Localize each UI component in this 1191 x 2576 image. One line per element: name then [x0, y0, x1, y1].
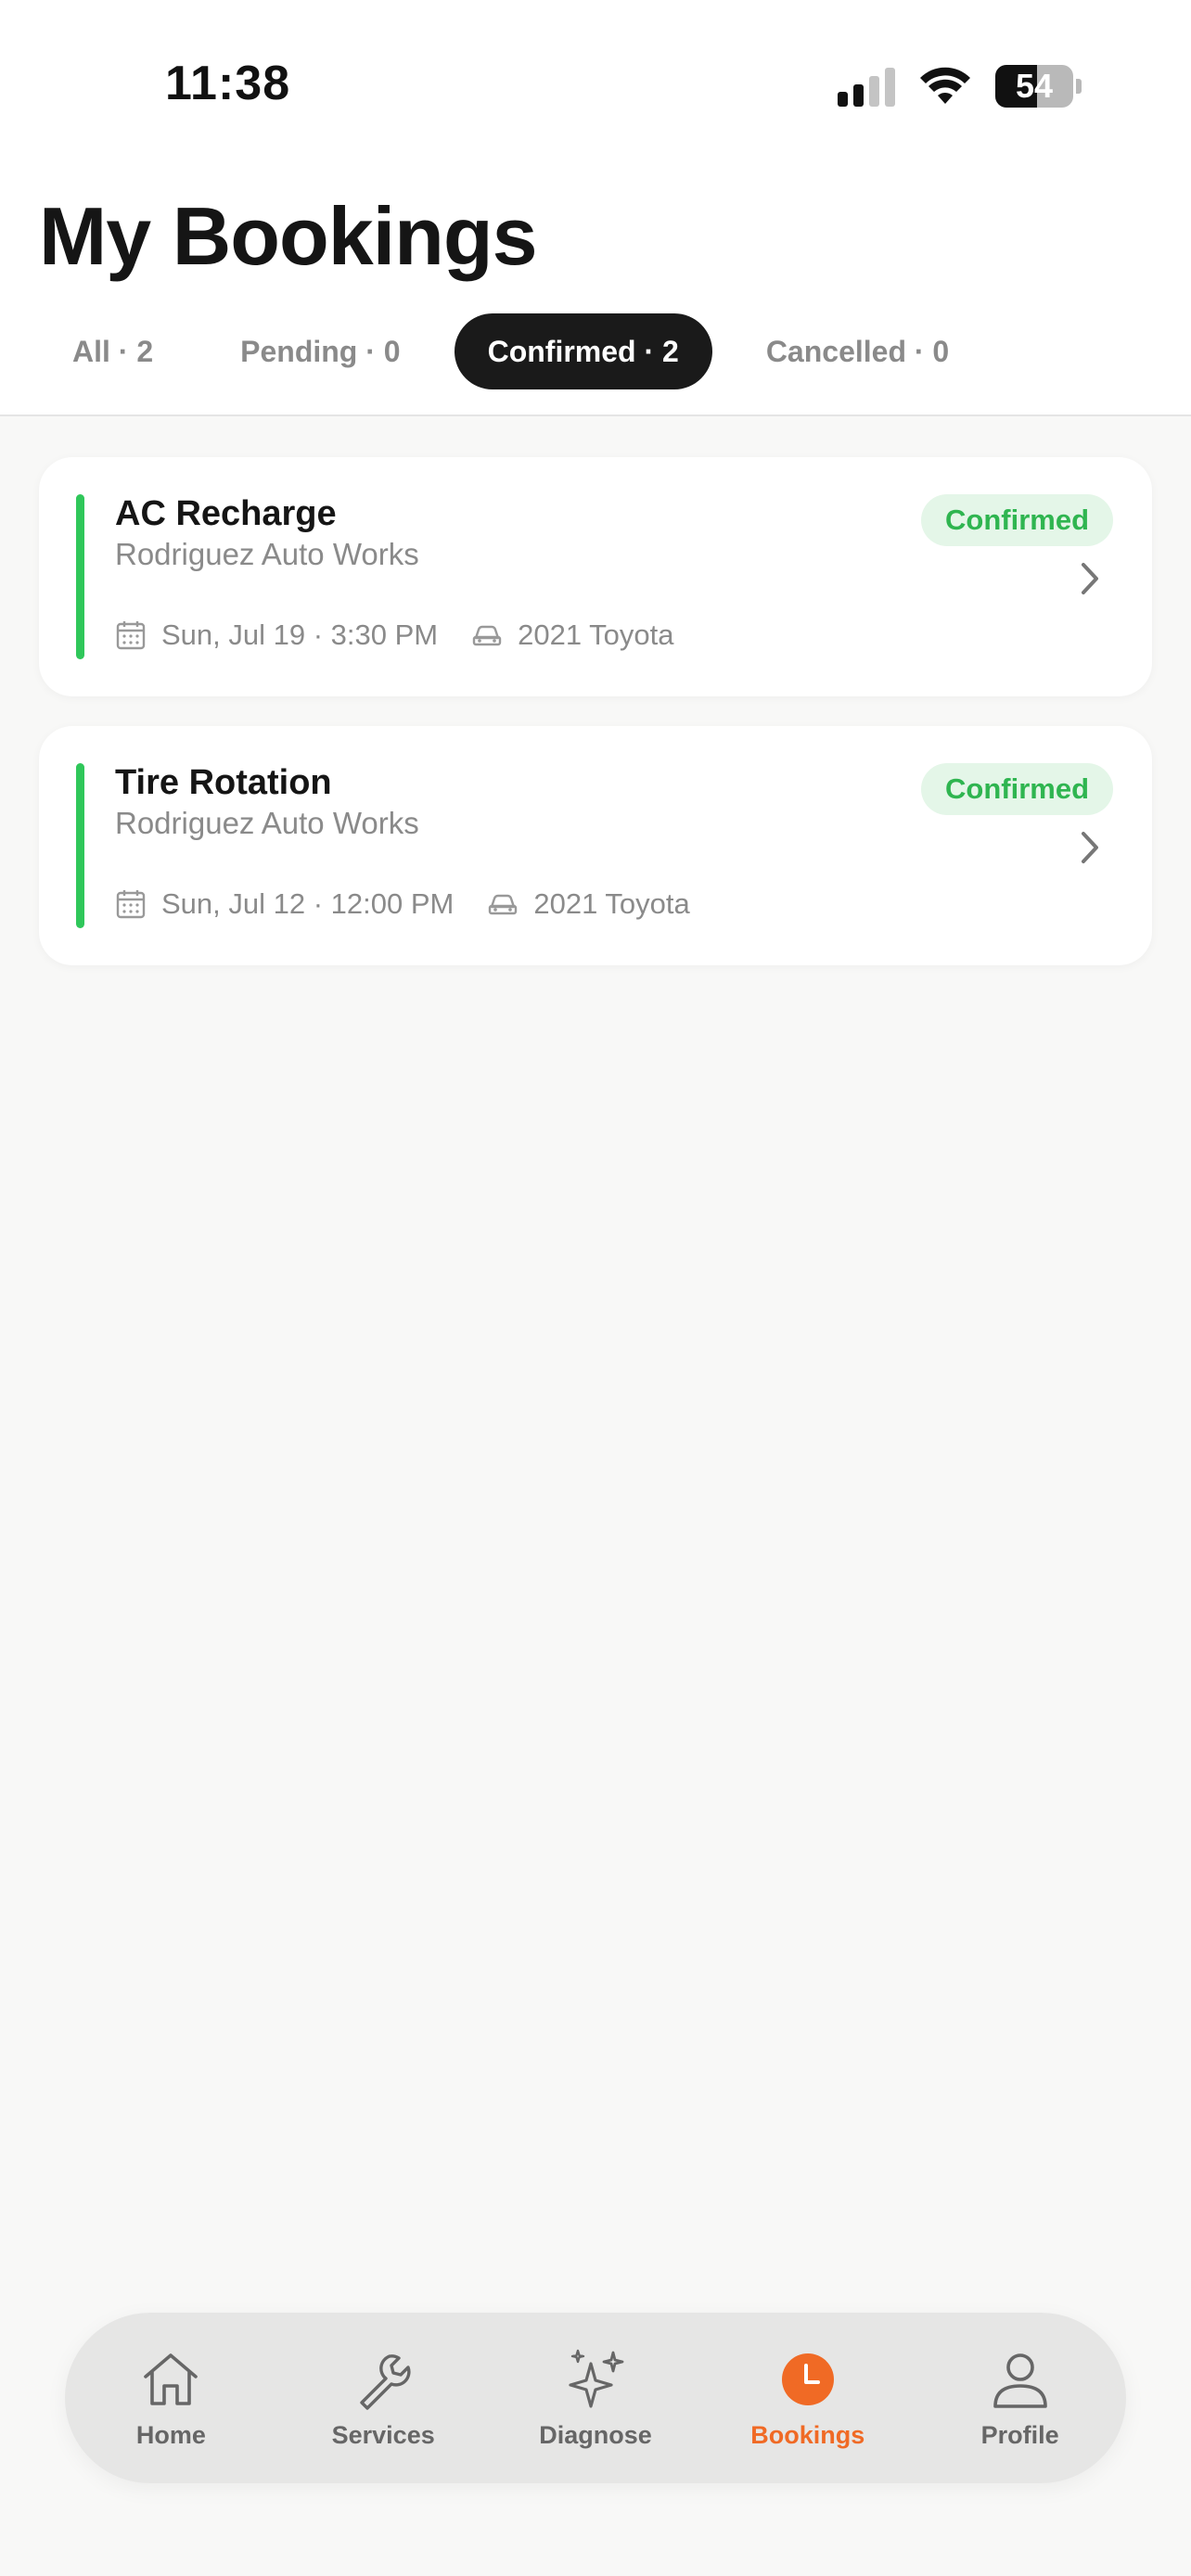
nav-label: Home [135, 2420, 206, 2449]
battery-level: 54 [1015, 67, 1054, 105]
status-accent-bar [76, 494, 84, 659]
battery-cap [1076, 79, 1082, 94]
status-badge: Confirmed [921, 494, 1113, 546]
nav-label: Diagnose [539, 2420, 652, 2449]
booking-vehicle: 2021 Toyota [518, 618, 674, 651]
sparkles-icon [569, 2349, 624, 2408]
booking-card[interactable]: AC Recharge Rodriguez Auto Works Confirm… [39, 457, 1152, 696]
signal-icon [838, 66, 895, 107]
status-accent-bar [76, 763, 84, 928]
signal-bar [853, 84, 864, 107]
booking-datetime: Sun, Jul 19 · 3:30 PM [161, 618, 439, 651]
tab-all[interactable]: All · 2 [39, 313, 186, 389]
service-name: AC Recharge [115, 494, 337, 533]
nav-label: Profile [980, 2420, 1059, 2449]
nav-label: Services [331, 2420, 435, 2449]
nav-item-home[interactable]: Home [78, 2347, 263, 2450]
wrench-icon [360, 2353, 411, 2410]
booking-vehicle: 2021 Toyota [533, 887, 690, 920]
nav-item-bookings[interactable]: Bookings [715, 2347, 901, 2450]
signal-bar [869, 76, 879, 107]
tab-cancelled[interactable]: Cancelled · 0 [733, 313, 982, 389]
status-time: 11:38 [165, 57, 291, 110]
shop-name: Rodriguez Auto Works [115, 537, 419, 571]
car-icon [489, 894, 518, 915]
nav-item-profile[interactable]: Profile [928, 2347, 1113, 2450]
tab-confirmed[interactable]: Confirmed · 2 [454, 313, 712, 389]
battery-icon: 54 [995, 65, 1073, 108]
calendar-icon [116, 890, 146, 919]
wifi-icon [920, 67, 970, 104]
tab-pending[interactable]: Pending · 0 [207, 313, 433, 389]
home-icon [144, 2353, 198, 2405]
booking-meta: Sun, Jul 12 · 12:00 PM 2021 Toyota [115, 886, 690, 923]
nav-label: Bookings [750, 2420, 865, 2449]
bookings-screen: 11:38 54 My Bookings All · 2 Pending · 0… [0, 0, 1191, 2576]
calendar-icon [116, 621, 146, 650]
filter-tabs: All · 2 Pending · 0 Confirmed · 2 Cancel… [39, 313, 1003, 389]
nav-item-diagnose[interactable]: Diagnose [503, 2347, 688, 2450]
clock-icon [781, 2353, 834, 2405]
car-icon [472, 625, 502, 646]
booking-card[interactable]: Tire Rotation Rodriguez Auto Works Confi… [39, 726, 1152, 965]
shop-name: Rodriguez Auto Works [115, 806, 419, 840]
chevron-right-icon [1082, 832, 1098, 863]
signal-bar [838, 92, 848, 107]
chevron-right-icon [1082, 563, 1098, 594]
nav-item-services[interactable]: Services [290, 2347, 476, 2450]
booking-meta: Sun, Jul 19 · 3:30 PM 2021 Toyota [115, 617, 673, 654]
service-name: Tire Rotation [115, 763, 332, 802]
page-title: My Bookings [39, 190, 538, 282]
user-icon [992, 2353, 1047, 2408]
status-icons: 54 [838, 63, 1082, 109]
bottom-nav: Home Services Diagnose Bookings Profile [65, 2313, 1126, 2483]
signal-bar [885, 68, 895, 107]
header: 11:38 54 My Bookings All · 2 Pending · 0… [0, 0, 1191, 416]
status-badge: Confirmed [921, 763, 1113, 815]
booking-datetime: Sun, Jul 12 · 12:00 PM [161, 887, 455, 920]
